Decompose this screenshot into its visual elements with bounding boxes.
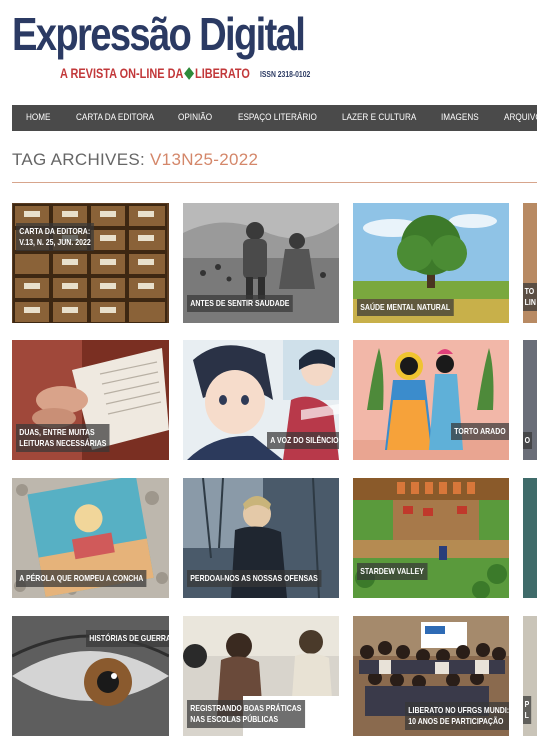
nav-item-carta-da-editora[interactable]: CARTA DA EDITORA — [76, 105, 154, 131]
post-caption-line: P — [524, 699, 530, 709]
post-caption: REGISTRANDO BOAS PRÁTICAS NAS ESCOLAS PÚ… — [187, 700, 305, 728]
post-caption: SAÚDE MENTAL NATURAL — [357, 299, 454, 316]
nav-item-lazer-e-cultura[interactable]: LAZER E CULTURA — [342, 105, 416, 131]
post-caption-line: A PÉROLA QUE ROMPEU A CONCHA — [19, 573, 144, 583]
post-caption-line: NAS ESCOLAS PÚBLICAS — [190, 714, 279, 724]
post-caption: TORTO ARADO — [451, 423, 509, 440]
post-caption-line: 10 ANOS DE PARTICIPAÇÃO — [408, 716, 504, 726]
post-tile-stardew-valley[interactable]: STARDEW VALLEY — [353, 478, 509, 598]
archive-prefix: TAG ARCHIVES: — [12, 150, 146, 169]
post-tile-historias-de-guerra[interactable]: HISTÓRIAS DE GUERRA — [12, 616, 169, 736]
post-caption: A VOZ DO SILÊNCIO — [267, 432, 339, 449]
post-tile-partial[interactable]: TO LIN — [523, 203, 537, 323]
nav-item-opiniao[interactable]: OPINIÃO — [178, 105, 212, 131]
issn-label: ISSN 2318-0102 — [260, 70, 311, 79]
post-tile-duas-entre-muitas[interactable]: DUAS, ENTRE MUITAS LEITURAS NECESSÁRIAS — [12, 340, 169, 460]
post-caption: LIBERATO NO UFRGS MUNDI: 10 ANOS DE PART… — [405, 702, 509, 730]
post-caption-line: TO — [524, 286, 535, 296]
post-tile-liberato-no-ufrgs-mundi[interactable]: LIBERATO NO UFRGS MUNDI: 10 ANOS DE PART… — [353, 616, 509, 736]
post-caption-line: V.13, N. 25, JUN. 2022 — [19, 237, 91, 247]
post-caption: DUAS, ENTRE MUITAS LEITURAS NECESSÁRIAS — [16, 424, 110, 452]
post-caption-line: ANTES DE SENTIR SAUDADE — [190, 298, 290, 308]
liberato-diamond-icon — [184, 67, 195, 81]
post-caption: PERDOAI-NOS AS NOSSAS OFENSAS — [187, 570, 322, 587]
post-caption: TO LIN — [523, 283, 537, 311]
post-caption-line: LEITURAS NECESSÁRIAS — [19, 438, 107, 448]
archive-tag: V13N25-2022 — [150, 150, 259, 169]
post-caption-line: HISTÓRIAS DE GUERRA — [89, 633, 169, 643]
post-tile-partial[interactable]: O — [523, 340, 537, 460]
post-tile-torto-arado[interactable]: TORTO ARADO — [353, 340, 509, 460]
post-caption: O — [523, 432, 532, 449]
post-tile-saude-mental-natural[interactable]: SAÚDE MENTAL NATURAL — [353, 203, 509, 323]
stardew-valley-image — [353, 478, 509, 598]
logo-title: Expressão Digital — [12, 8, 306, 60]
post-tile-carta-da-editora[interactable]: CARTA DA EDITORA: V.13, N. 25, JUN. 2022 — [12, 203, 169, 323]
post-caption: CARTA DA EDITORA: V.13, N. 25, JUN. 2022 — [16, 223, 94, 251]
post-caption-line: CARTA DA EDITORA: — [19, 226, 91, 236]
post-caption: P L — [523, 696, 531, 724]
post-caption-line: LIBERATO NO UFRGS MUNDI: — [408, 705, 509, 715]
post-caption-line: A VOZ DO SILÊNCIO — [270, 435, 339, 445]
logo-subtitle: A REVISTA ON-LINE DA LIBERATO — [60, 65, 250, 81]
post-tile-partial[interactable]: P L — [523, 616, 537, 736]
card-catalog-image — [12, 203, 169, 323]
post-caption-line: SAÚDE MENTAL NATURAL — [360, 302, 451, 312]
post-tile-a-voz-do-silencio[interactable]: A VOZ DO SILÊNCIO — [183, 340, 339, 460]
nav-item-espaco-literario[interactable]: ESPAÇO LITERÁRIO — [238, 105, 317, 131]
post-tile-perdoai-nos[interactable]: PERDOAI-NOS AS NOSSAS OFENSAS — [183, 478, 339, 598]
main-nav: HOME CARTA DA EDITORA OPINIÃO ESPAÇO LIT… — [12, 105, 537, 131]
post-caption-line: LIN — [524, 297, 536, 307]
logo-subtitle-liberato: LIBERATO — [195, 65, 250, 81]
post-caption-line: STARDEW VALLEY — [360, 566, 424, 576]
post-caption-line: L — [524, 710, 529, 720]
post-tile-a-perola[interactable]: A PÉROLA QUE ROMPEU A CONCHA — [12, 478, 169, 598]
post-caption: ANTES DE SENTIR SAUDADE — [187, 295, 293, 312]
post-caption-line: O — [524, 435, 531, 445]
post-tile-antes-de-sentir-saudade[interactable]: ANTES DE SENTIR SAUDADE — [183, 203, 339, 323]
post-tile-registrando-boas-praticas[interactable]: REGISTRANDO BOAS PRÁTICAS NAS ESCOLAS PÚ… — [183, 616, 339, 736]
logo-subtitle-text: A REVISTA ON-LINE DA — [60, 65, 184, 81]
torto-arado-illustration — [353, 340, 509, 460]
site-logo[interactable]: Expressão Digital A REVISTA ON-LINE DA LI… — [12, 8, 312, 90]
post-caption-line: PERDOAI-NOS AS NOSSAS OFENSAS — [190, 573, 318, 583]
archive-title: TAG ARCHIVES: V13N25-2022 — [12, 150, 258, 170]
post-caption-line: DUAS, ENTRE MUITAS — [19, 427, 95, 437]
post-caption-line: TORTO ARADO — [454, 426, 506, 436]
archive-divider — [12, 182, 537, 183]
post-caption-line: REGISTRANDO BOAS PRÁTICAS — [190, 703, 302, 713]
post-caption: HISTÓRIAS DE GUERRA — [86, 630, 169, 647]
nav-item-arquivo[interactable]: ARQUIVO — [504, 105, 537, 131]
nav-item-imagens[interactable]: IMAGENS — [441, 105, 479, 131]
post-caption: STARDEW VALLEY — [357, 563, 428, 580]
post-tile-partial[interactable] — [523, 478, 537, 598]
post-caption: A PÉROLA QUE ROMPEU A CONCHA — [16, 570, 147, 587]
nav-item-home[interactable]: HOME — [26, 105, 51, 131]
